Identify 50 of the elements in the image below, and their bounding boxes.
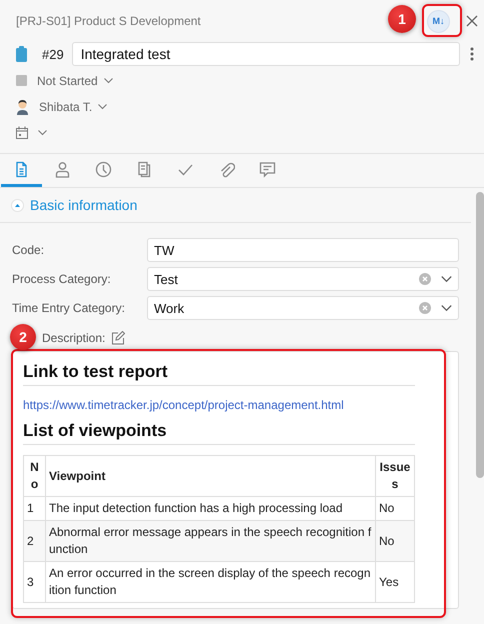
clear-icon[interactable] <box>419 273 431 285</box>
callout-badge: 1 <box>388 5 416 33</box>
pages-tab-icon <box>136 160 153 178</box>
table-cell: Abnormal error message appears in the speech recognition function <box>46 520 376 562</box>
heading: Link to test report <box>23 362 415 386</box>
callout-badge: 2 <box>10 324 36 350</box>
heading: List of viewpoints <box>23 421 415 445</box>
edit-icon[interactable] <box>111 331 126 345</box>
chevron-icon[interactable] <box>441 276 452 282</box>
status-square-icon <box>16 75 27 86</box>
status-dropdown[interactable]: Not Started <box>37 74 113 88</box>
field-label: Description: <box>42 331 106 345</box>
chevron-icon <box>38 130 47 136</box>
scrollbar-thumb[interactable] <box>476 192 484 478</box>
task-title-field[interactable]: Integrated test <box>72 42 460 66</box>
markdown-button[interactable]: M↓ <box>427 10 450 32</box>
field-label: Code: <box>12 243 46 257</box>
table-cell: No <box>376 520 414 562</box>
assignee-dropdown[interactable]: Shibata T. <box>39 100 108 114</box>
person-avatar-icon <box>16 98 29 114</box>
clipboard-icon <box>16 46 27 62</box>
date-dropdown[interactable] <box>38 130 47 136</box>
table-cell: Yes <box>376 562 414 602</box>
clock-tab-icon <box>95 160 112 178</box>
section-header[interactable]: Basic information <box>0 188 471 223</box>
text-field[interactable]: TW <box>147 238 459 262</box>
more-icon[interactable] <box>470 47 474 61</box>
comment-tab-icon <box>259 160 276 178</box>
close-icon[interactable] <box>466 15 478 27</box>
project-title: [PRJ-S01] Product S Development <box>16 14 201 28</box>
highlight-frame <box>422 4 462 37</box>
field-label: Process Category: <box>12 272 112 286</box>
chevron-icon <box>98 104 108 110</box>
select-field[interactable]: Work <box>147 296 459 320</box>
person-tab-icon <box>54 160 71 178</box>
chevron-icon <box>104 78 113 84</box>
table-cell: An error occurred in the screen display of the speech recognition function <box>46 562 376 602</box>
select-field[interactable]: Test <box>147 267 459 291</box>
task-number: #29 <box>42 46 64 62</box>
calendar-icon <box>16 126 28 139</box>
column-header: No <box>24 456 46 496</box>
table-cell: 2 <box>24 520 46 562</box>
column-header: Issues <box>376 456 414 496</box>
table-cell: 3 <box>24 562 46 602</box>
column-header: Viewpoint <box>46 456 376 496</box>
clear-icon[interactable] <box>419 302 431 314</box>
report-link[interactable]: https://www.timetracker.jp/concept/project-management.html <box>23 398 415 412</box>
chevron-icon[interactable] <box>441 304 452 312</box>
section-title: Basic information <box>30 197 138 213</box>
field-label: Time Entry Category: <box>12 301 126 315</box>
